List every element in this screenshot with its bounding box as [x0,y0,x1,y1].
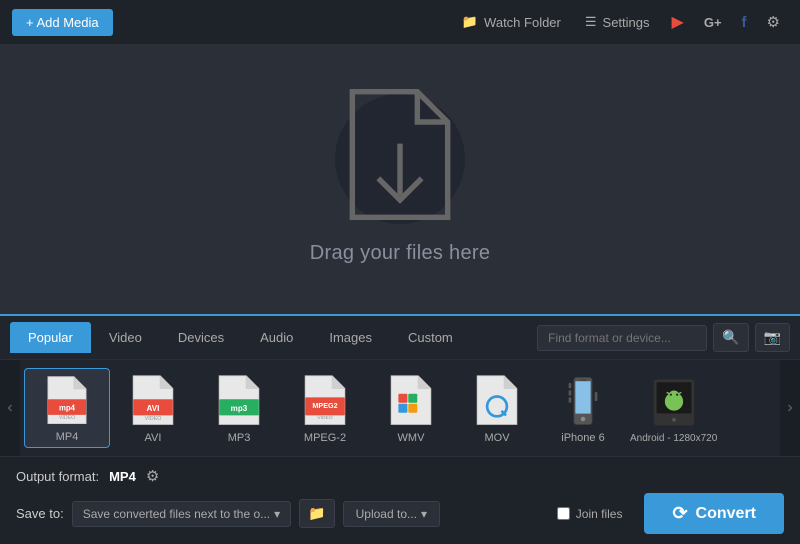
upload-to-button[interactable]: Upload to... ▾ [343,501,440,527]
mp3-icon: mp3 [213,374,265,428]
tab-audio[interactable]: Audio [242,322,311,353]
folder-icon: 📁 [308,505,325,521]
format-item-wmv[interactable]: WMV [368,368,454,448]
topbar-right: 📁 Watch Folder ☰ Settings ▶ G+ f ⚙ [452,7,788,37]
format-item-iphone6[interactable]: iPhone 6 [540,368,626,448]
chevron-down-icon: ▾ [274,507,280,521]
drop-area[interactable]: Drag your files here [0,44,800,314]
svg-text:AVI: AVI [147,404,160,413]
tab-devices[interactable]: Devices [160,322,242,353]
add-media-label: + Add Media [26,15,99,30]
folder-browse-button[interactable]: 📁 [299,499,334,528]
bottom-bar: Output format: MP4 ⚙ Save to: Save conve… [0,456,800,544]
svg-text:VIDEO: VIDEO [145,416,162,422]
output-format-value: MP4 [109,469,136,484]
save-row: Save to: Save converted files next to th… [16,493,784,534]
drop-text: Drag your files here [310,242,491,265]
nav-arrow-right[interactable]: › [780,360,800,456]
format-item-mp4[interactable]: mp4 VIDEO MP4 [24,368,110,448]
facebook-icon: f [742,14,747,31]
settings-icon: ☰ [585,14,597,30]
avi-label: AVI [145,432,162,444]
save-path-text: Save converted files next to the o... [83,507,270,521]
android-label: Android - 1280x720 [630,433,717,444]
format-search-input[interactable] [537,325,707,351]
settings-label: Settings [603,15,650,30]
tab-images[interactable]: Images [311,322,390,353]
watch-folder-icon: 📁 [462,14,478,30]
youtube-button[interactable]: ▶ [664,7,692,37]
output-row: Output format: MP4 ⚙ [16,467,784,485]
svg-text:mp4: mp4 [59,404,76,413]
gear-icon: ⚙ [767,14,780,31]
format-item-mp3[interactable]: mp3 MP3 [196,368,282,448]
join-files-area: Join files [557,507,623,521]
upload-chevron-icon: ▾ [421,507,427,521]
join-files-checkbox[interactable] [557,507,570,520]
tab-video[interactable]: Video [91,322,160,353]
save-path-button[interactable]: Save converted files next to the o... ▾ [72,501,291,527]
convert-button[interactable]: ⟳ Convert [644,493,784,534]
convert-label: Convert [696,505,756,523]
topbar-left: + Add Media [12,9,113,36]
format-list-wrapper: ‹ mp4 VIDEO MP4 AVI [0,360,800,456]
tab-custom[interactable]: Custom [390,322,471,353]
mpeg2-icon: MPEG2 VIDEO [299,374,351,428]
join-files-label: Join files [576,507,623,521]
tabs-bar: Popular Video Devices Audio Images Custo… [0,316,800,360]
mov-icon [471,374,523,428]
iphone6-label: iPhone 6 [561,432,604,444]
search-button[interactable]: 🔍 [713,323,748,352]
svg-text:VIDEO: VIDEO [317,415,333,421]
format-list: mp4 VIDEO MP4 AVI VIDEO AVI [20,360,780,456]
drop-circle [335,94,465,224]
output-settings-button[interactable]: ⚙ [146,467,159,485]
wmv-label: WMV [398,432,425,444]
gear-button[interactable]: ⚙ [759,8,788,36]
tabs-search: 🔍 📷 [537,323,790,352]
output-gear-icon: ⚙ [146,468,159,485]
upload-label: Upload to... [356,507,417,521]
format-item-android[interactable]: Android - 1280x720 [626,368,721,448]
add-media-button[interactable]: + Add Media [12,9,113,36]
svg-text:mp3: mp3 [231,404,248,413]
watch-folder-label: Watch Folder [484,15,561,30]
mp4-icon: mp4 VIDEO [41,375,93,427]
format-item-mpeg2[interactable]: MPEG2 VIDEO MPEG-2 [282,368,368,448]
wmv-icon [385,374,437,428]
search-icon: 🔍 [722,329,739,345]
save-to-label: Save to: [16,506,64,521]
googleplus-button[interactable]: G+ [696,9,730,36]
settings-button[interactable]: ☰ Settings [575,9,660,35]
svg-text:MPEG2: MPEG2 [312,401,337,410]
iphone6-icon [557,374,609,428]
youtube-icon: ▶ [672,14,684,31]
mp4-label: MP4 [56,431,79,443]
watch-folder-button[interactable]: 📁 Watch Folder [452,9,571,35]
camera-icon: 📷 [764,329,781,345]
mov-label: MOV [484,432,509,444]
svg-text:VIDEO: VIDEO [59,415,75,421]
mpeg2-label: MPEG-2 [304,432,346,444]
android-icon [648,374,700,429]
format-item-avi[interactable]: AVI VIDEO AVI [110,368,196,448]
camera-search-button[interactable]: 📷 [755,323,790,352]
convert-icon: ⟳ [672,503,687,524]
output-format-label: Output format: [16,469,99,484]
nav-arrow-left[interactable]: ‹ [0,360,20,456]
topbar: + Add Media 📁 Watch Folder ☰ Settings ▶ … [0,0,800,44]
drop-file-icon [335,83,465,235]
facebook-button[interactable]: f [734,9,755,36]
format-section: Popular Video Devices Audio Images Custo… [0,314,800,456]
tab-popular[interactable]: Popular [10,322,91,353]
format-item-mov[interactable]: MOV [454,368,540,448]
avi-icon: AVI VIDEO [127,374,179,428]
mp3-label: MP3 [228,432,251,444]
googleplus-icon: G+ [704,15,722,30]
